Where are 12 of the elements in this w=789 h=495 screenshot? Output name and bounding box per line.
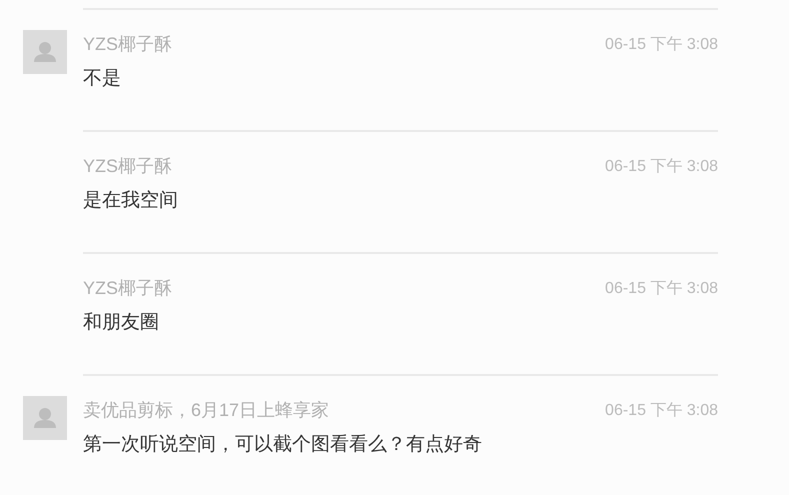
user-name: 卖优品剪标，6月17日上蜂享家 [83,399,330,422]
message-text: 第一次听说空间，可以截个图看看么？有点好奇 [83,433,483,457]
user-name: YZS椰子酥 [83,277,172,300]
message-text: 和朋友圈 [83,311,160,335]
message-text: 不是 [83,67,122,91]
user-name: YZS椰子酥 [83,155,172,178]
timestamp: 06-15 下午 3:08 [605,400,718,420]
timestamp: 06-15 下午 3:08 [605,34,718,54]
timestamp: 06-15 下午 3:08 [605,278,718,298]
user-name: YZS椰子酥 [83,33,172,56]
message-text: 是在我空间 [83,189,179,213]
timestamp: 06-15 下午 3:08 [605,156,718,176]
